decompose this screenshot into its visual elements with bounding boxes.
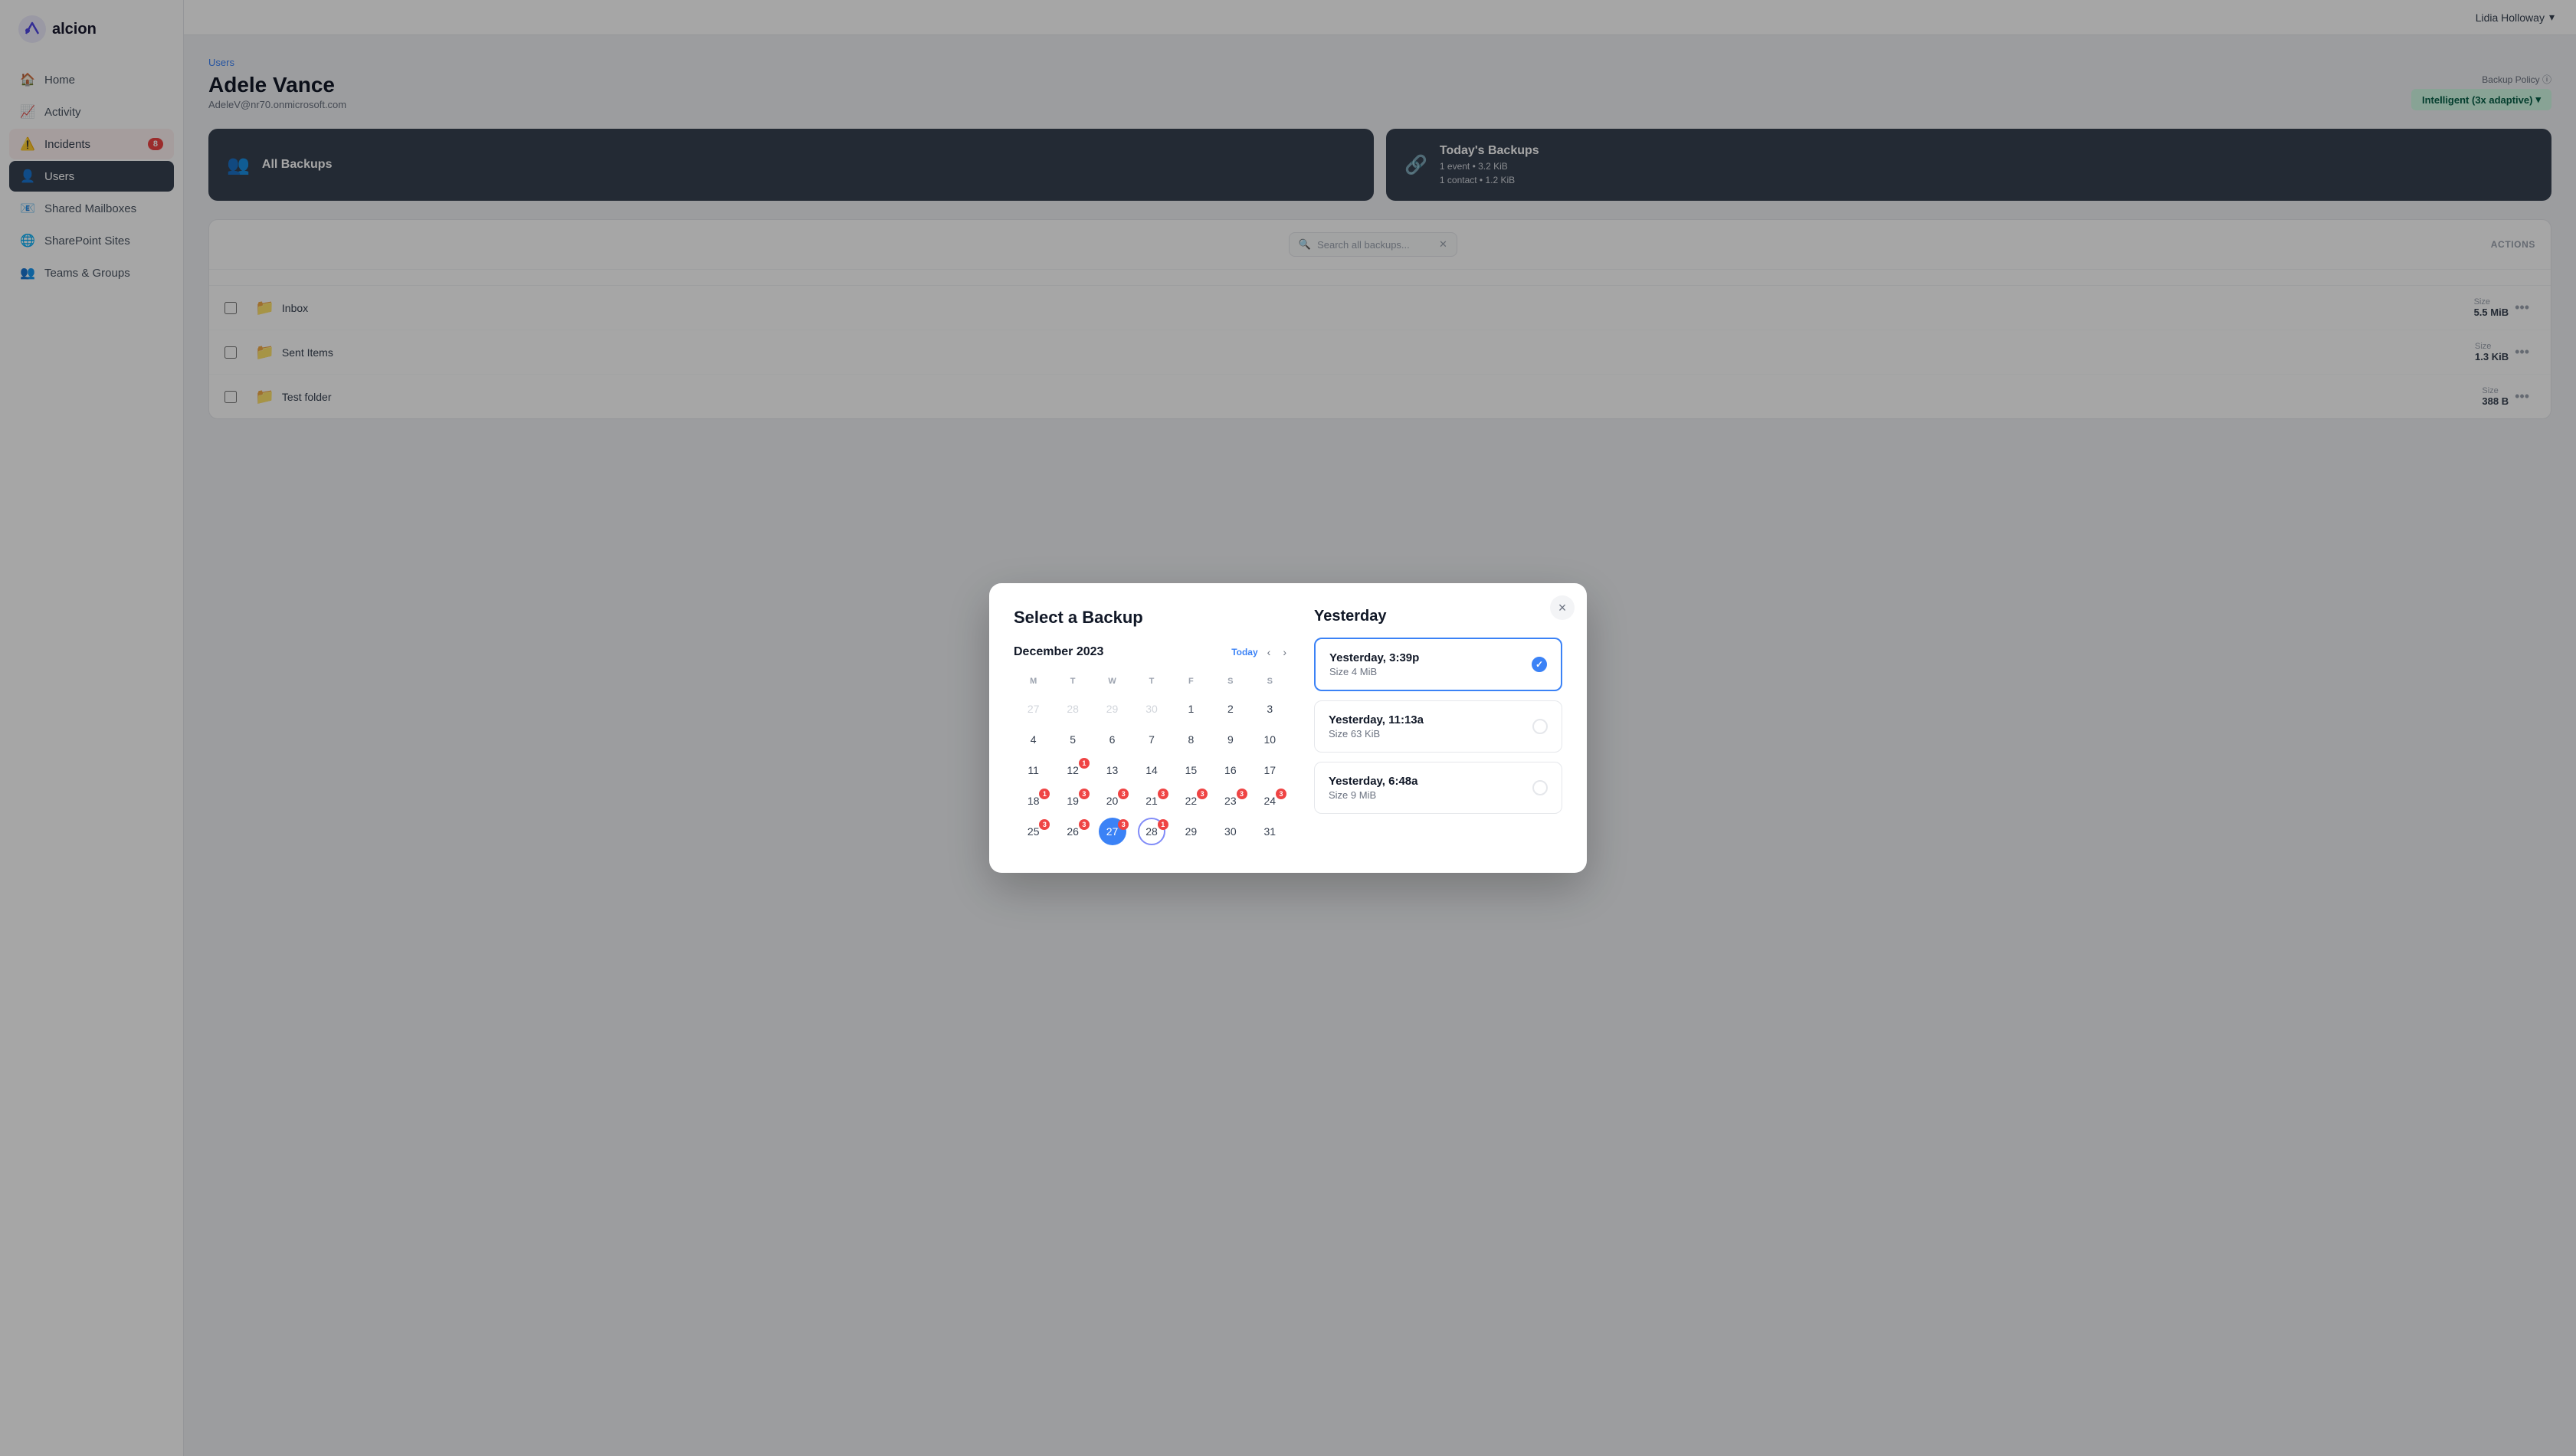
calendar-week-2: 4 5 6 7 8 9 10 xyxy=(1014,726,1290,753)
select-backup-modal: × Select a Backup December 2023 Today ‹ … xyxy=(989,583,1587,873)
calendar-week-1: 27 28 29 30 1 2 3 xyxy=(1014,695,1290,723)
dow-w: W xyxy=(1093,674,1132,689)
dow-s1: S xyxy=(1211,674,1250,689)
dow-f: F xyxy=(1172,674,1211,689)
radio-selected: ✓ xyxy=(1532,657,1547,672)
cal-day[interactable]: 8 xyxy=(1177,726,1204,753)
cal-day[interactable]: 11 xyxy=(1020,756,1047,784)
cal-day[interactable]: 31 xyxy=(1256,818,1283,845)
cal-day[interactable]: 5 xyxy=(1059,726,1086,753)
radio-unselected xyxy=(1532,719,1548,734)
cal-day[interactable]: 15 xyxy=(1177,756,1204,784)
cal-badge: 1 xyxy=(1079,758,1090,769)
calendar-next-button[interactable]: › xyxy=(1280,643,1290,661)
backup-section-title: Yesterday xyxy=(1314,608,1562,625)
checkmark-icon: ✓ xyxy=(1535,659,1543,670)
backup-size: Size 63 KiB xyxy=(1329,728,1424,739)
cal-badge: 1 xyxy=(1039,789,1050,799)
backup-size: Size 4 MiB xyxy=(1329,666,1419,677)
cal-day[interactable]: 29 xyxy=(1177,818,1204,845)
cal-day[interactable]: 10 xyxy=(1256,726,1283,753)
backup-option-info: Yesterday, 11:13a Size 63 KiB xyxy=(1329,713,1424,739)
cal-day[interactable]: 16 xyxy=(1217,756,1244,784)
cal-badge: 3 xyxy=(1039,819,1050,830)
cal-day[interactable]: 7 xyxy=(1138,726,1165,753)
backup-size: Size 9 MiB xyxy=(1329,789,1417,801)
calendar-header: December 2023 Today ‹ › xyxy=(1014,643,1290,661)
cal-day[interactable]: 29 xyxy=(1099,695,1126,723)
cal-day[interactable]: 1 xyxy=(1177,695,1204,723)
modal-title: Select a Backup xyxy=(1014,608,1290,628)
cal-badge: 3 xyxy=(1276,789,1286,799)
cal-day[interactable]: 30 xyxy=(1217,818,1244,845)
cal-day[interactable]: 13 xyxy=(1099,756,1126,784)
cal-badge: 3 xyxy=(1197,789,1208,799)
cal-day[interactable]: 27 xyxy=(1020,695,1047,723)
backup-time: Yesterday, 6:48a xyxy=(1329,775,1417,788)
dow-t2: T xyxy=(1132,674,1171,689)
calendar-week-4: 181 193 203 213 223 233 243 xyxy=(1014,787,1290,815)
cal-day[interactable]: 17 xyxy=(1256,756,1283,784)
cal-day[interactable]: 6 xyxy=(1099,726,1126,753)
radio-unselected xyxy=(1532,780,1548,795)
backup-list-panel: Yesterday Yesterday, 3:39p Size 4 MiB ✓ … xyxy=(1314,608,1562,848)
backup-time: Yesterday, 3:39p xyxy=(1329,651,1419,664)
calendar-week-3: 11 121 13 14 15 16 17 xyxy=(1014,756,1290,784)
cal-badge: 3 xyxy=(1118,789,1129,799)
backup-option-1[interactable]: Yesterday, 11:13a Size 63 KiB xyxy=(1314,700,1562,753)
dow-m: M xyxy=(1014,674,1053,689)
cal-day[interactable]: 9 xyxy=(1217,726,1244,753)
cal-day[interactable]: 14 xyxy=(1138,756,1165,784)
modal-close-button[interactable]: × xyxy=(1550,595,1575,620)
cal-day[interactable]: 2 xyxy=(1217,695,1244,723)
backup-option-info: Yesterday, 3:39p Size 4 MiB xyxy=(1329,651,1419,677)
calendar-week-5: 253 263 273 281 29 30 31 xyxy=(1014,818,1290,845)
dow-s2: S xyxy=(1250,674,1290,689)
backup-option-0[interactable]: Yesterday, 3:39p Size 4 MiB ✓ xyxy=(1314,638,1562,691)
calendar-month-year: December 2023 xyxy=(1014,645,1225,659)
cal-day[interactable]: 4 xyxy=(1020,726,1047,753)
modal-overlay[interactable]: × Select a Backup December 2023 Today ‹ … xyxy=(0,0,2576,1456)
cal-badge: 3 xyxy=(1079,789,1090,799)
cal-day[interactable]: 3 xyxy=(1256,695,1283,723)
calendar-grid: M T W T F S S 27 28 29 30 1 2 3 xyxy=(1014,674,1290,845)
cal-day[interactable]: 28 xyxy=(1059,695,1086,723)
cal-badge: 1 xyxy=(1158,819,1168,830)
calendar-prev-button[interactable]: ‹ xyxy=(1264,643,1274,661)
dow-t1: T xyxy=(1053,674,1092,689)
calendar-today-button[interactable]: Today xyxy=(1231,647,1257,657)
backup-time: Yesterday, 11:13a xyxy=(1329,713,1424,726)
calendar-panel: Select a Backup December 2023 Today ‹ › … xyxy=(1014,608,1290,848)
calendar-days-of-week: M T W T F S S xyxy=(1014,674,1290,689)
cal-badge: 3 xyxy=(1237,789,1247,799)
cal-day[interactable]: 30 xyxy=(1138,695,1165,723)
cal-badge: 3 xyxy=(1118,819,1129,830)
backup-option-2[interactable]: Yesterday, 6:48a Size 9 MiB xyxy=(1314,762,1562,814)
backup-option-info: Yesterday, 6:48a Size 9 MiB xyxy=(1329,775,1417,801)
cal-badge: 3 xyxy=(1158,789,1168,799)
cal-badge: 3 xyxy=(1079,819,1090,830)
